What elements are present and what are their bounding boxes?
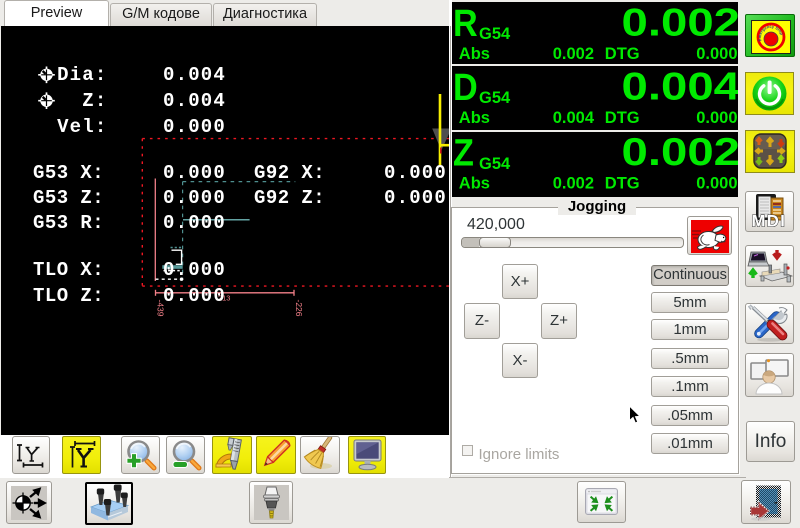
svg-text:DTG: DTG	[605, 175, 640, 193]
svg-text:D: D	[453, 65, 478, 108]
svg-text:DTG: DTG	[605, 109, 640, 127]
svg-text:Abs: Abs	[459, 175, 490, 193]
svg-text:Z: Z	[453, 131, 474, 174]
svg-text:0.002: 0.002	[622, 131, 738, 174]
svg-text:MDI: MDI	[752, 213, 787, 231]
svg-text:Abs: Abs	[459, 109, 490, 127]
svg-text:G54: G54	[479, 89, 511, 107]
svg-text:0.004: 0.004	[622, 66, 738, 109]
svg-text:R: R	[453, 1, 478, 44]
svg-text:0.002: 0.002	[553, 175, 594, 193]
svg-text:0.000: 0.000	[696, 45, 737, 63]
svg-text:G54: G54	[479, 155, 511, 173]
svg-text:DTG: DTG	[605, 45, 640, 63]
svg-text:Abs: Abs	[459, 45, 490, 63]
svg-text:0.002: 0.002	[553, 45, 594, 63]
svg-text:0.004: 0.004	[553, 109, 595, 127]
svg-text:G54: G54	[479, 25, 511, 43]
svg-text:0.000: 0.000	[696, 175, 737, 193]
svg-text:0.002: 0.002	[622, 2, 738, 45]
svg-text:0.000: 0.000	[696, 109, 737, 127]
svg-text:-226: -226	[294, 299, 304, 316]
